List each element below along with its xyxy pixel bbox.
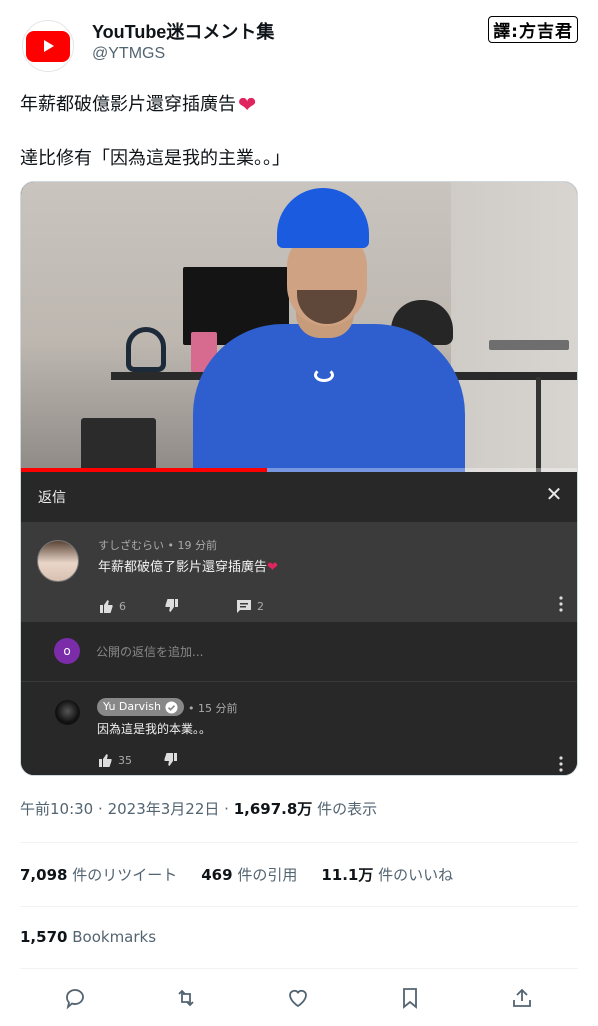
comment-author[interactable]: すしざむらい xyxy=(98,539,164,552)
like-label: 件のいいね xyxy=(378,866,454,884)
reply-dislike-button[interactable] xyxy=(163,752,179,768)
comment-text: 年薪都破億了影片還穿插廣告 xyxy=(98,560,268,575)
comment-icon xyxy=(237,600,251,613)
reply-like-button[interactable]: 35 xyxy=(97,752,132,768)
account-handle[interactable]: @YTMGS xyxy=(92,45,165,63)
heart-outline-icon xyxy=(289,989,307,1008)
reply-bubble-icon xyxy=(66,989,84,1010)
account-avatar[interactable] xyxy=(22,20,74,72)
divider xyxy=(20,968,578,969)
parent-comment: すしざむらい • 19 分前 年薪都破億了影片還穿插廣告❤ 6 2 xyxy=(21,522,577,622)
meta-separator: • xyxy=(188,702,198,715)
divider xyxy=(20,842,578,843)
retweet-label: 件のリツイート xyxy=(72,866,178,884)
tweet-text-line-2: 達比修有「因為這是我的主業。。」 xyxy=(20,148,290,169)
translator-stamp: 譯:方吉君 xyxy=(488,16,578,43)
laptop-shape xyxy=(489,340,569,350)
reply-count-button[interactable]: 2 xyxy=(236,598,264,614)
background-wall xyxy=(451,182,577,472)
dislike-button[interactable] xyxy=(164,598,180,614)
reply-like-count: 35 xyxy=(118,753,132,767)
commenter-avatar[interactable] xyxy=(37,540,79,582)
tweet-action-bar xyxy=(0,980,598,1020)
tweet-text-line-1-content: 年薪都破億影片還穿插廣告 xyxy=(20,94,236,115)
reply-comment: Yu Darvish • 15 分前 因為這是我的本業。。 35 xyxy=(21,682,577,775)
retweet-button[interactable] xyxy=(174,986,202,1014)
like-button[interactable]: 6 xyxy=(98,598,126,614)
bookmarks-stat[interactable]: 1,570 Bookmarks xyxy=(20,928,156,946)
share-upload-icon xyxy=(513,988,531,1007)
verified-check-icon xyxy=(165,700,178,714)
thumbs-up-icon xyxy=(99,754,112,767)
add-reply-row[interactable]: o 公開の返信を追加... xyxy=(21,622,577,682)
thumbs-down-icon xyxy=(165,599,178,612)
red-heart-icon: ❤ xyxy=(238,93,257,118)
reply-time-row: • 15 分前 xyxy=(188,700,238,716)
share-button[interactable] xyxy=(510,986,538,1014)
retweet-count: 7,098 xyxy=(20,866,68,884)
close-icon[interactable]: ✕ xyxy=(543,483,565,505)
account-name[interactable]: YouTube迷コメント集 xyxy=(92,18,274,44)
person-cap xyxy=(277,188,369,248)
thumbs-down-icon xyxy=(164,753,177,766)
tweet-text-line-1: 年薪都破億影片還穿插廣告❤ xyxy=(20,90,256,118)
tweet-meta: 午前10:30 · 2023年3月22日 · 1,697.8万 件の表示 xyxy=(20,798,377,819)
reply-time: 15 分前 xyxy=(198,702,238,715)
like-total: 11.1万 xyxy=(321,866,374,884)
desk-leg xyxy=(536,377,541,472)
tweet-date[interactable]: 2023年3月22日 xyxy=(108,800,220,818)
comment-time: 19 分前 xyxy=(177,539,218,552)
current-user-avatar: o xyxy=(54,638,80,664)
view-label: 件の表示 xyxy=(317,800,378,818)
like-tweet-button[interactable] xyxy=(286,986,314,1014)
tweet-media-image[interactable]: 返信 ✕ すしざむらい • 19 分前 年薪都破億了影片還穿插廣告❤ 6 2 o… xyxy=(20,181,578,776)
divider xyxy=(20,906,578,907)
red-heart-icon: ❤ xyxy=(267,560,278,575)
add-reply-input[interactable]: 公開の返信を追加... xyxy=(96,643,203,660)
headset-shape xyxy=(126,327,166,372)
bookmark-label: Bookmarks xyxy=(72,928,157,946)
more-options-icon[interactable] xyxy=(559,596,563,612)
comment-meta: すしざむらい • 19 分前 xyxy=(98,537,217,553)
thumbs-up-icon xyxy=(100,600,113,613)
tweet-header: YouTube迷コメント集 @YTMGS 譯:方吉君 xyxy=(0,0,598,80)
like-count: 6 xyxy=(119,599,126,613)
retweets-stat[interactable]: 7,098 件のリツイート xyxy=(20,864,177,885)
reply-count: 2 xyxy=(257,599,264,613)
reply-button[interactable] xyxy=(63,986,91,1014)
meta-separator: · xyxy=(98,800,108,818)
bookmark-count: 1,570 xyxy=(20,928,68,946)
comment-text-row: 年薪都破億了影片還穿插廣告❤ xyxy=(98,556,278,575)
youtube-logo-icon xyxy=(26,30,70,62)
creator-badge[interactable]: Yu Darvish xyxy=(97,698,184,716)
bookmark-icon xyxy=(403,988,417,1009)
shirt-logo-icon xyxy=(314,368,334,382)
replies-panel-title: 返信 xyxy=(38,490,66,506)
reply-text: 因為這是我的本業。。 xyxy=(97,722,212,736)
retweet-icon xyxy=(178,989,194,1007)
meta-separator: · xyxy=(224,800,234,818)
likes-stat[interactable]: 11.1万 件のいいね xyxy=(321,864,453,885)
quote-label: 件の引用 xyxy=(237,866,298,884)
pc-case-shape xyxy=(81,418,156,472)
replies-panel-header: 返信 ✕ xyxy=(21,472,577,522)
meta-separator: • xyxy=(167,539,178,552)
tweet-time[interactable]: 午前10:30 xyxy=(20,800,93,818)
bookmark-button[interactable] xyxy=(398,986,426,1014)
quotes-stat[interactable]: 469 件の引用 xyxy=(201,864,297,885)
view-count: 1,697.8万 xyxy=(233,800,313,818)
person-shirt xyxy=(193,324,465,472)
reply-author: Yu Darvish xyxy=(103,700,161,713)
more-options-icon[interactable] xyxy=(559,756,563,772)
quote-count: 469 xyxy=(201,866,233,884)
video-frame[interactable] xyxy=(21,182,577,472)
reply-author-avatar[interactable] xyxy=(55,700,80,725)
engagement-stats: 7,098 件のリツイート 469 件の引用 11.1万 件のいいね xyxy=(20,864,453,885)
